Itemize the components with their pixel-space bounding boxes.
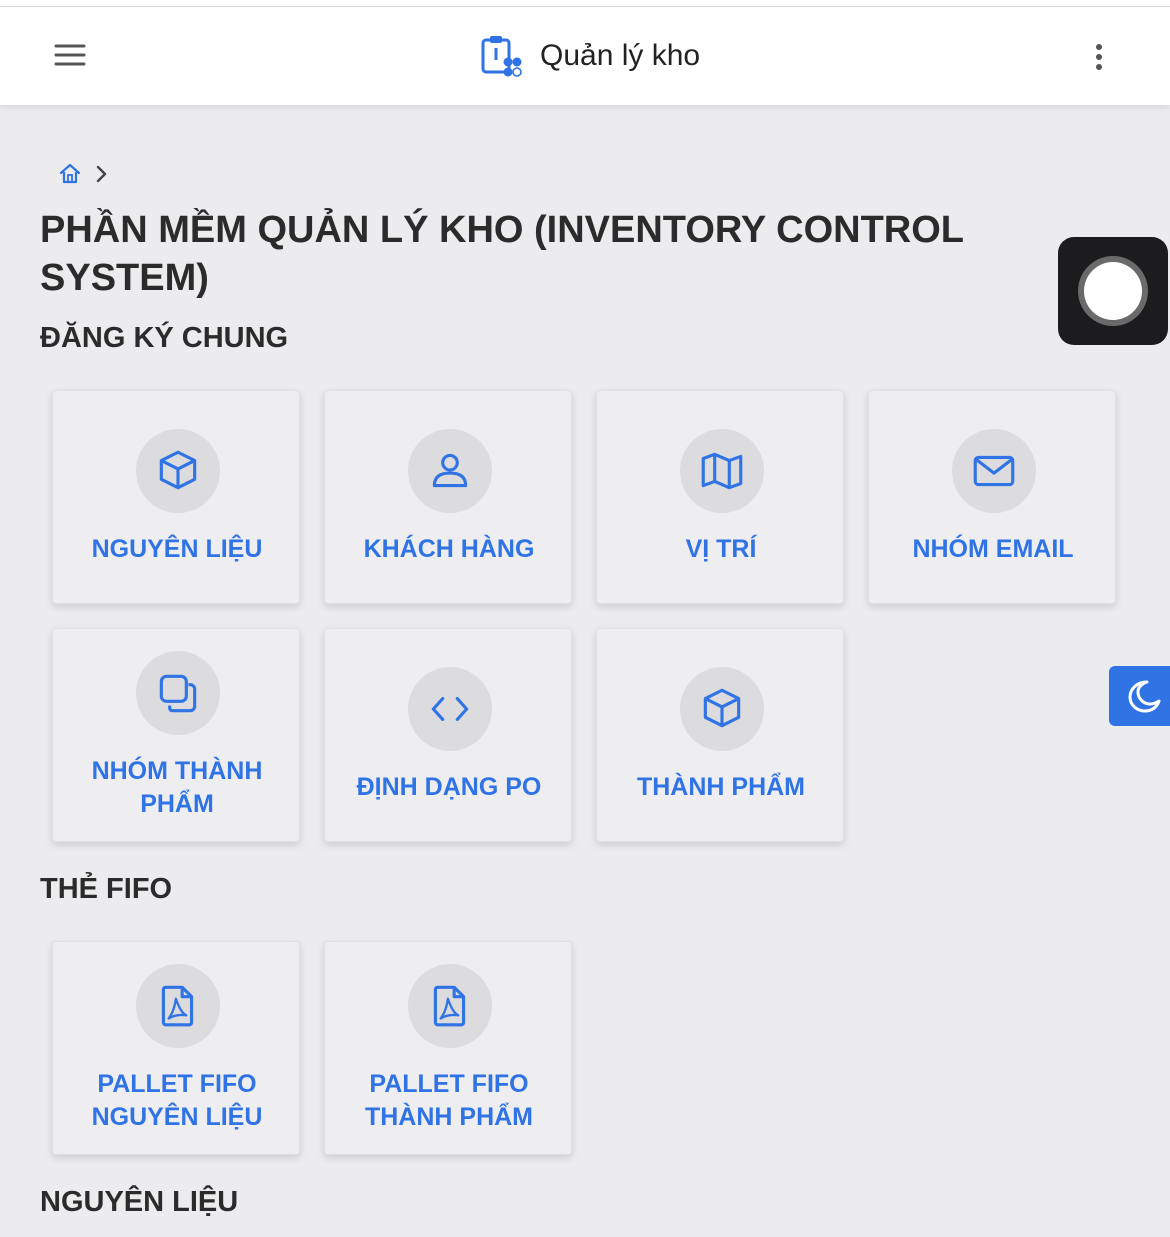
section-title-dang-ky-chung: ĐĂNG KÝ CHUNG xyxy=(40,322,289,354)
card-nhom-email[interactable]: NHÓM EMAIL xyxy=(868,390,1116,604)
home-icon[interactable] xyxy=(56,160,84,188)
cube-icon xyxy=(136,429,220,513)
card-label: PALLET FIFO THÀNH PHẨM xyxy=(364,1070,534,1131)
hamburger-menu-icon[interactable] xyxy=(48,35,92,75)
card-label: NHÓM EMAIL xyxy=(912,535,1074,563)
cube-icon xyxy=(680,667,764,751)
card-nhom-thanh-pham[interactable]: NHÓM THÀNH PHẨM xyxy=(52,628,300,842)
app-bar: Quản lý kho xyxy=(0,7,1170,105)
page-title: PHẦN MỀM QUẢN LÝ KHO (INVENTORY CONTROL … xyxy=(40,209,964,299)
section-title-the-fifo: THẺ FIFO xyxy=(40,873,173,905)
card-vi-tri[interactable]: VỊ TRÍ xyxy=(596,390,844,604)
theme-toggle-button[interactable] xyxy=(1109,666,1170,726)
card-thanh-pham[interactable]: THÀNH PHẨM xyxy=(596,628,844,842)
app-title: Quản lý kho xyxy=(540,39,701,72)
card-label: THÀNH PHẨM xyxy=(636,773,806,801)
card-label: KHÁCH HÀNG xyxy=(363,535,535,563)
card-pallet-fifo-thanh-pham[interactable]: PALLET FIFO THÀNH PHẨM xyxy=(324,941,572,1155)
card-label: PALLET FIFO NGUYÊN LIỆU xyxy=(91,1070,263,1131)
assistive-touch-dot xyxy=(1084,262,1142,320)
card-pallet-fifo-nguyen-lieu[interactable]: PALLET FIFO NGUYÊN LIỆU xyxy=(52,941,300,1155)
card-khach-hang[interactable]: KHÁCH HÀNG xyxy=(324,390,572,604)
app-title-group: Quản lý kho xyxy=(476,31,700,81)
chevron-right-icon xyxy=(96,165,107,183)
card-label: VỊ TRÍ xyxy=(685,535,757,563)
assistive-touch-icon[interactable] xyxy=(1058,237,1168,345)
moon-icon xyxy=(1128,680,1161,713)
pdf-file-icon xyxy=(408,964,492,1048)
envelope-icon xyxy=(952,429,1036,513)
clipboard-inventory-icon xyxy=(481,36,522,77)
breadcrumb xyxy=(56,160,112,188)
kebab-menu-icon[interactable] xyxy=(1082,37,1116,77)
card-label: NGUYÊN LIỆU xyxy=(91,535,263,563)
assistive-touch-ring xyxy=(1078,256,1148,326)
card-label: ĐỊNH DẠNG PO xyxy=(356,773,542,801)
map-icon xyxy=(680,429,764,513)
top-edge xyxy=(0,0,1170,7)
section-title-nguyen-lieu: NGUYÊN LIỆU xyxy=(40,1186,239,1218)
card-label: NHÓM THÀNH PHẨM xyxy=(91,757,263,818)
card-dinh-dang-po[interactable]: ĐỊNH DẠNG PO xyxy=(324,628,572,842)
card-nguyen-lieu[interactable]: NGUYÊN LIỆU xyxy=(52,390,300,604)
stacked-squares-icon xyxy=(136,651,220,735)
user-icon xyxy=(408,429,492,513)
code-icon xyxy=(408,667,492,751)
pdf-file-icon xyxy=(136,964,220,1048)
